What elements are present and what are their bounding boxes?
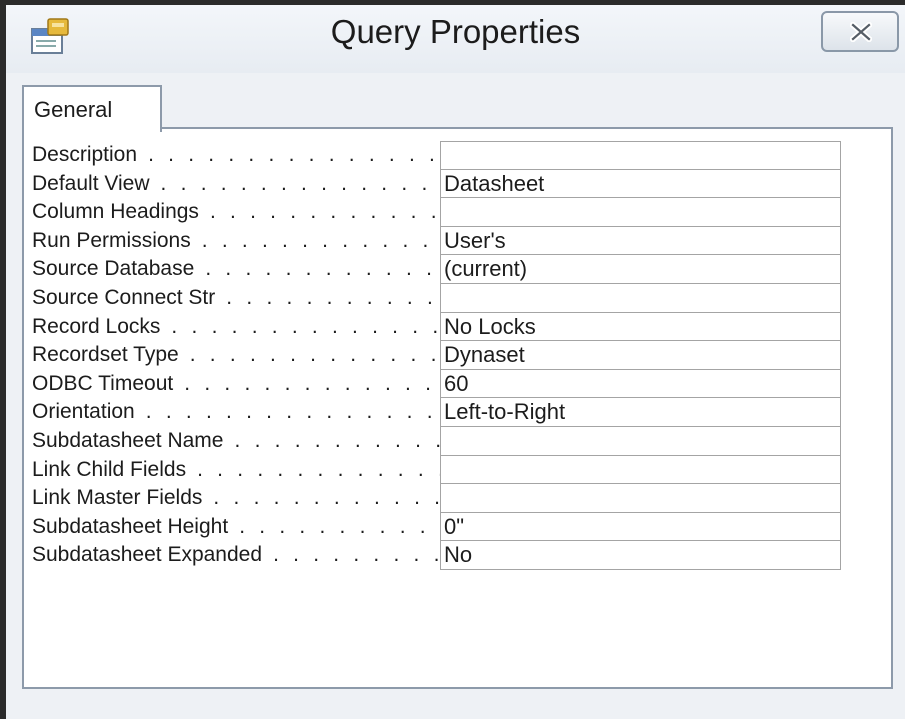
property-label: Record Locks . . . . . . . . . . . . . .… (32, 313, 440, 342)
property-label-text: Subdatasheet Expanded (32, 543, 264, 567)
property-label: Description . . . . . . . . . . . . . . … (32, 141, 440, 170)
link-master-fields-field[interactable] (440, 484, 841, 513)
property-label-text: Subdatasheet Name (32, 428, 225, 452)
property-label-text: Orientation (32, 400, 136, 424)
leader-dots: . . . . . . . . . . . . . . . . . . . . … (184, 371, 440, 395)
default-view-field[interactable]: Datasheet (440, 169, 841, 199)
close-icon (850, 22, 872, 42)
subdatasheet-expanded-field[interactable]: No (440, 541, 841, 570)
property-label-text: Link Master Fields (32, 486, 204, 510)
property-label: Link Master Fields . . . . . . . . . . .… (32, 484, 440, 513)
subdatasheet-name-field[interactable] (440, 426, 841, 456)
property-label: Subdatasheet Expanded . . . . . . . . . … (32, 541, 440, 570)
property-label: Subdatasheet Name . . . . . . . . . . . … (32, 427, 440, 456)
leader-dots: . . . . . . . . . . . . . . . . . . . . … (239, 514, 440, 538)
property-label-text: Column Headings (32, 200, 200, 224)
tab-strip: General (6, 73, 905, 132)
record-locks-field[interactable]: No Locks (440, 312, 841, 342)
property-label: Recordset Type . . . . . . . . . . . . .… (32, 341, 440, 370)
property-label-text: Default View (32, 171, 151, 195)
tab-general[interactable]: General (22, 85, 162, 132)
query-properties-window: Query Properties General Description . .… (0, 0, 905, 719)
close-button[interactable] (821, 11, 899, 52)
leader-dots: . . . . . . . . . . . . . . . . . . . . … (209, 200, 440, 224)
orientation-field[interactable]: Left-to-Right (440, 398, 841, 427)
leader-dots: . . . . . . . . . . . . . . . . . . . . … (171, 314, 440, 338)
property-label-text: Recordset Type (32, 343, 180, 367)
window-title: Query Properties (330, 13, 581, 50)
leader-dots: . . . . . . . . . . . . . . . . . . . . … (189, 343, 440, 367)
leader-dots: . . . . . . . . . . . . . . . . . . . . … (213, 486, 440, 510)
property-label: Default View . . . . . . . . . . . . . .… (32, 170, 440, 199)
column-headings-field[interactable] (440, 198, 841, 227)
property-label: Subdatasheet Height . . . . . . . . . . … (32, 513, 440, 542)
recordset-type-field[interactable]: Dynaset (440, 341, 841, 370)
property-label: Orientation . . . . . . . . . . . . . . … (32, 398, 440, 427)
property-label-text: Subdatasheet Height (32, 514, 230, 538)
leader-dots: . . . . . . . . . . . . . . . . . . . . … (226, 285, 440, 309)
property-label: Run Permissions . . . . . . . . . . . . … (32, 227, 440, 256)
leader-dots: . . . . . . . . . . . . . . . . . . . . … (160, 171, 440, 195)
property-label: Source Connect Str . . . . . . . . . . .… (32, 284, 440, 313)
leader-dots: . . . . . . . . . . . . . . . . . . . . … (273, 543, 440, 567)
leader-dots: . . . . . . . . . . . . . . . . . . . . … (145, 400, 440, 424)
property-label-text: Source Database (32, 257, 196, 281)
property-label: Link Child Fields . . . . . . . . . . . … (32, 456, 440, 485)
leader-dots: . . . . . . . . . . . . . . . . . . . . … (201, 228, 440, 252)
property-label-text: Link Child Fields (32, 457, 188, 481)
leader-dots: . . . . . . . . . . . . . . . . . . . . … (205, 257, 440, 281)
leader-dots: . . . . . . . . . . . . . . . . . . . . … (234, 428, 441, 452)
property-label-text: ODBC Timeout (32, 371, 175, 395)
property-label-text: Description (32, 143, 139, 166)
property-panel: Description . . . . . . . . . . . . . . … (22, 127, 893, 689)
source-database-field[interactable]: (current) (440, 255, 841, 284)
property-label: Source Database . . . . . . . . . . . . … (32, 255, 440, 284)
subdatasheet-height-field[interactable]: 0" (440, 512, 841, 542)
property-label-text: Record Locks (32, 314, 162, 338)
title-bar[interactable]: Query Properties (6, 5, 905, 73)
property-label: ODBC Timeout . . . . . . . . . . . . . .… (32, 370, 440, 399)
odbc-timeout-field[interactable]: 60 (440, 369, 841, 399)
property-label-text: Source Connect Str (32, 285, 217, 309)
leader-dots: . . . . . . . . . . . . . . . . . . . . … (148, 143, 440, 166)
link-child-fields-field[interactable] (440, 455, 841, 485)
property-label-text: Run Permissions (32, 228, 192, 252)
property-label: Column Headings . . . . . . . . . . . . … (32, 198, 440, 227)
run-permissions-field[interactable]: User's (440, 226, 841, 256)
description-field[interactable] (440, 141, 841, 170)
leader-dots: . . . . . . . . . . . . . . . . . . . . … (197, 457, 440, 481)
source-connect-str-field[interactable] (440, 283, 841, 313)
